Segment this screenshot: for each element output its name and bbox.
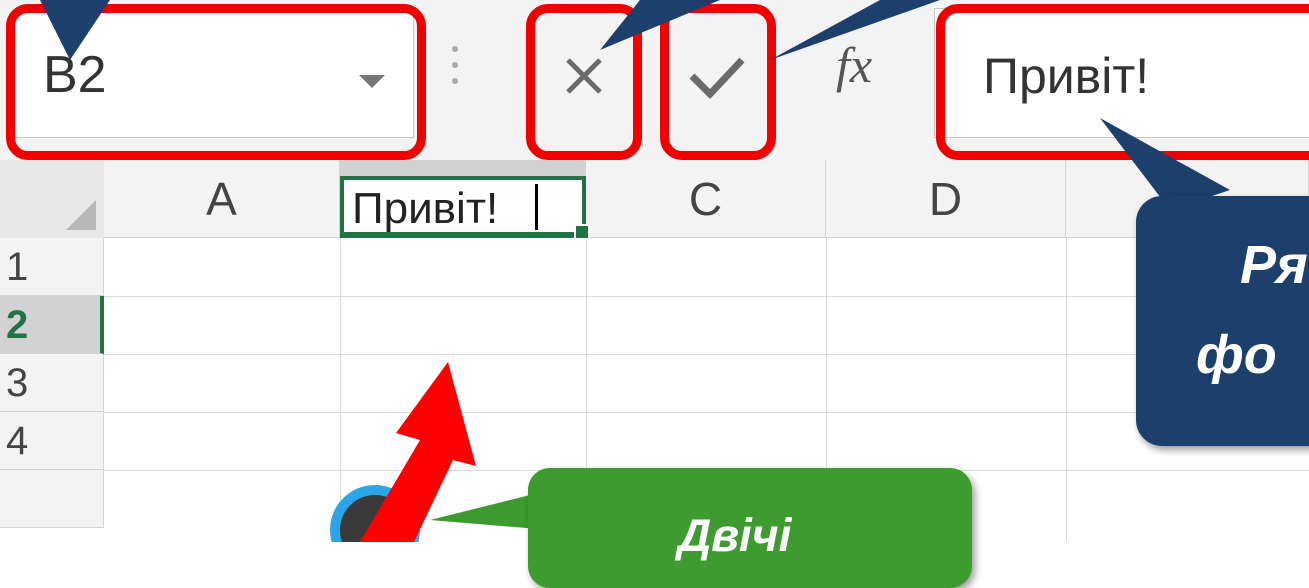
annotation-overlay	[40, 0, 1230, 542]
formula-callout-line-2: фо	[1196, 325, 1277, 385]
callout-pointer-top-left	[40, 0, 110, 60]
double-click-text: Двічі	[678, 509, 792, 561]
formula-callout-line-1: Ря	[1240, 235, 1308, 295]
callout-pointer-enter	[770, 0, 940, 60]
double-click-callout: Двічі	[528, 468, 972, 588]
formula-bar-callout: Ря фо	[1136, 196, 1309, 446]
callout-pointer-cancel	[600, 0, 720, 50]
